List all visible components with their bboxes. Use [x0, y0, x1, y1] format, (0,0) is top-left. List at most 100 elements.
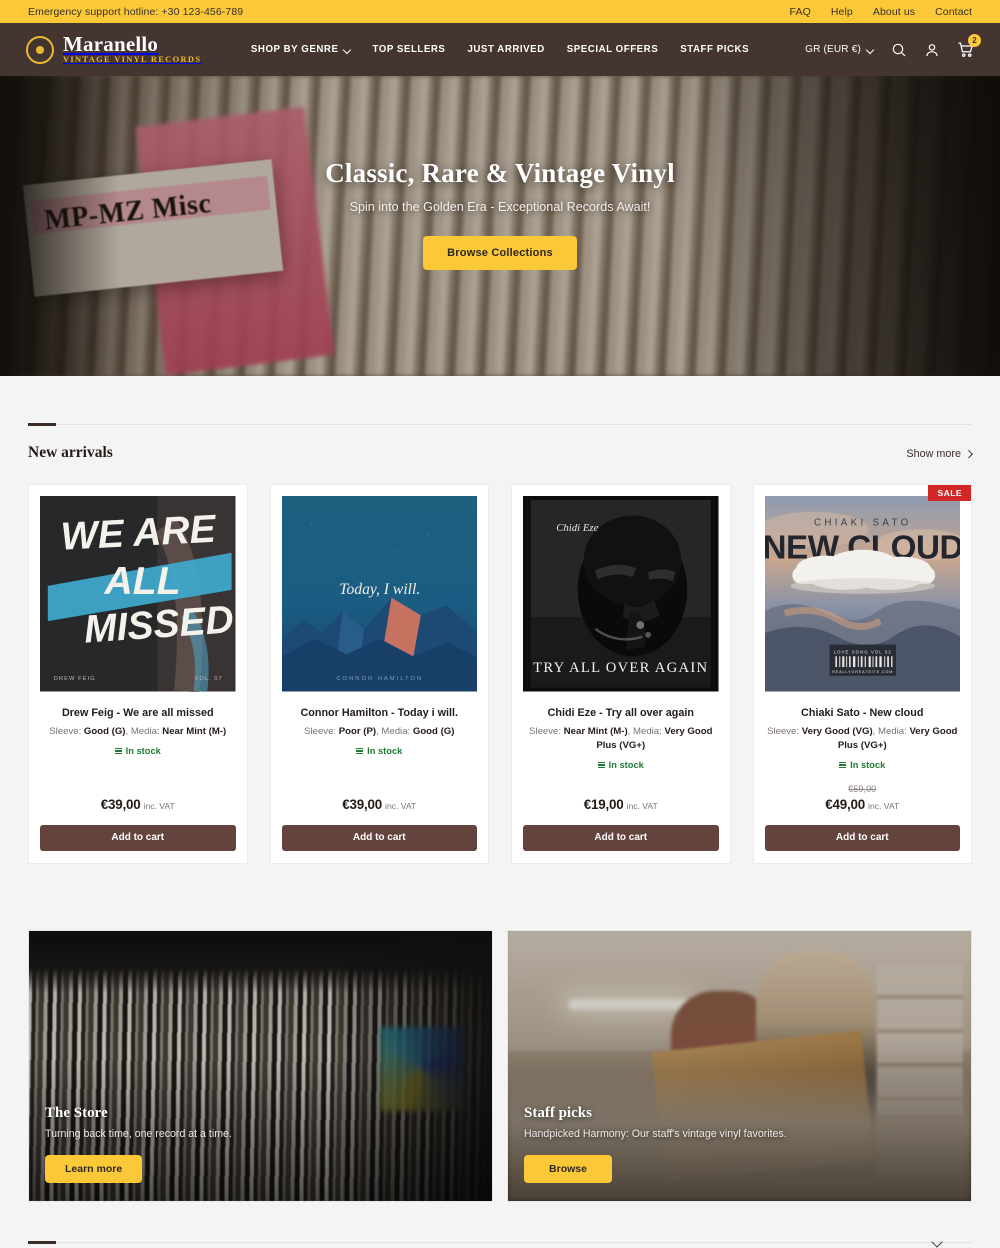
- sleeve-value: Good (G): [83, 726, 126, 738]
- svg-text:Chidi Eze: Chidi Eze: [556, 522, 598, 534]
- hero-banner: MP-MZ Misc Classic, Rare & Vintage Vinyl…: [0, 76, 1000, 376]
- product-price: €49,00: [825, 796, 866, 812]
- svg-text:ALL: ALL: [104, 560, 181, 603]
- user-icon: [926, 43, 938, 56]
- product-condition: Sleeve: Near Mint (M-), Media: Very Good…: [523, 725, 719, 753]
- add-to-cart-button[interactable]: Add to cart: [281, 824, 477, 851]
- svg-text:REALLYGREATSITE.COM: REALLYGREATSITE.COM: [832, 670, 893, 674]
- product-price-block: €39,00 inc. VAT: [282, 782, 478, 814]
- top-utility-bar: Emergency support hotline: +30 123-456-7…: [0, 0, 1000, 23]
- promo-title: The Store: [45, 1104, 108, 1121]
- product-condition: Sleeve: Good (G), Media: Near Mint (M-): [40, 725, 236, 739]
- locale-selector[interactable]: GR (EUR €): [805, 44, 874, 55]
- chevron-down-icon: [867, 46, 874, 53]
- brand-logo[interactable]: Maranello VINTAGE VINYL RECORDS: [26, 34, 201, 64]
- media-value: Near Mint (M-): [162, 726, 227, 738]
- nav-item-special-offers[interactable]: SPECIAL OFFERS: [567, 44, 659, 55]
- promo-card-the-store[interactable]: The Store Turning back time, one record …: [28, 929, 493, 1202]
- account-button[interactable]: [924, 42, 940, 58]
- promo-subtitle: Turning back time, one record at a time.: [45, 1127, 232, 1140]
- nav-item-staff-picks[interactable]: STAFF PICKS: [680, 44, 749, 55]
- stock-label: In stock: [850, 759, 886, 770]
- main-navigation: SHOP BY GENRE TOP SELLERS JUST ARRIVED S…: [251, 44, 749, 55]
- sleeve-value: Poor (P): [338, 726, 377, 738]
- product-card[interactable]: Chidi Eze TRY ALL OVER AGAIN Chidi Eze -…: [511, 484, 731, 864]
- add-to-cart-button[interactable]: Add to cart: [764, 824, 960, 851]
- hero-title: Classic, Rare & Vintage Vinyl: [325, 158, 675, 188]
- product-title: Chiaki Sato - New cloud: [801, 706, 924, 719]
- stock-status: In stock: [765, 760, 961, 770]
- cart-button[interactable]: 2: [957, 34, 981, 58]
- svg-text:VOL. 07: VOL. 07: [194, 676, 222, 682]
- browse-button[interactable]: Browse: [524, 1154, 612, 1183]
- product-price: €39,00: [342, 796, 383, 812]
- stock-label: In stock: [125, 745, 161, 756]
- svg-text:DREW FEIG: DREW FEIG: [54, 676, 96, 682]
- site-header: Maranello VINTAGE VINYL RECORDS SHOP BY …: [0, 23, 1000, 76]
- product-cover-image: CHIAKI SATO NEW CLOUD LOVE SONG VOL 02 R…: [764, 496, 960, 692]
- stock-status: In stock: [40, 746, 236, 756]
- vat-note: inc. VAT: [143, 800, 175, 811]
- sleeve-value: Near Mint (M-): [563, 726, 628, 738]
- show-more-link[interactable]: Show more: [906, 448, 972, 460]
- add-to-cart-button[interactable]: Add to cart: [40, 824, 236, 851]
- utility-link-about[interactable]: About us: [873, 6, 915, 18]
- product-price: €39,00: [100, 796, 141, 812]
- nav-item-top-sellers[interactable]: TOP SELLERS: [372, 44, 445, 55]
- new-arrivals-section: New arrivals Show more WE ARE ALL MISSED…: [0, 376, 1000, 1202]
- album-art-we-are-all-missed: WE ARE ALL MISSED. DREW FEIG VOL. 07: [40, 496, 236, 692]
- add-to-cart-button[interactable]: Add to cart: [523, 824, 719, 851]
- utility-link-contact[interactable]: Contact: [935, 6, 972, 18]
- sale-badge: SALE: [928, 485, 971, 501]
- stock-bars-icon: [839, 761, 847, 769]
- stock-bars-icon: [597, 761, 605, 769]
- chevron-down-icon[interactable]: [933, 1238, 942, 1247]
- nav-item-shop-by-genre[interactable]: SHOP BY GENRE: [251, 44, 351, 55]
- section-divider: [28, 1240, 972, 1244]
- product-cover-image: WE ARE ALL MISSED. DREW FEIG VOL. 07: [40, 496, 236, 692]
- svg-text:LOVE SONG VOL 02: LOVE SONG VOL 02: [833, 649, 891, 654]
- product-price-block: €19,00 inc. VAT: [523, 782, 719, 814]
- promo-card-staff-picks[interactable]: Staff picks Handpicked Harmony: Our staf…: [507, 929, 972, 1202]
- sleeve-label: Sleeve:: [767, 726, 802, 738]
- nav-label: TOP SELLERS: [372, 44, 446, 55]
- sleeve-label: Sleeve:: [49, 726, 84, 738]
- next-section-divider: [0, 1240, 1000, 1244]
- product-title: Connor Hamilton - Today i will.: [300, 706, 459, 719]
- utility-link-help[interactable]: Help: [831, 6, 853, 18]
- utility-links: FAQ Help About us Contact: [790, 6, 972, 18]
- product-grid: WE ARE ALL MISSED. DREW FEIG VOL. 07 Dre…: [28, 484, 972, 864]
- locale-label: GR (EUR €): [805, 44, 861, 55]
- learn-more-button[interactable]: Learn more: [45, 1154, 143, 1183]
- browse-collections-button[interactable]: Browse Collections: [423, 236, 577, 270]
- stock-bars-icon: [114, 747, 122, 755]
- promo-title: Staff picks: [524, 1104, 592, 1121]
- vinyl-record-icon: [26, 35, 54, 64]
- album-art-today-i-will: Today, I will. CONNOR HAMILTON: [281, 496, 477, 692]
- show-more-label: Show more: [906, 448, 961, 460]
- media-label: , Media:: [125, 726, 163, 738]
- product-card[interactable]: Today, I will. CONNOR HAMILTON Connor Ha…: [269, 484, 489, 864]
- product-old-price: €59,00: [848, 783, 877, 794]
- section-divider: [28, 423, 972, 426]
- support-hotline: Emergency support hotline: +30 123-456-7…: [28, 5, 244, 18]
- stock-status: In stock: [523, 760, 719, 770]
- vat-note: inc. VAT: [626, 800, 658, 811]
- sleeve-label: Sleeve:: [304, 726, 339, 738]
- product-price: €19,00: [583, 796, 624, 812]
- product-card[interactable]: SALE CHIAKI SATO NEW CLOUD LOVE SONG VOL…: [752, 484, 972, 864]
- nav-item-just-arrived[interactable]: JUST ARRIVED: [467, 44, 544, 55]
- brand-name: Maranello: [63, 32, 159, 57]
- nav-label: JUST ARRIVED: [467, 44, 545, 55]
- svg-text:TRY ALL OVER AGAIN: TRY ALL OVER AGAIN: [533, 660, 708, 676]
- vat-note: inc. VAT: [385, 800, 417, 811]
- vat-note: inc. VAT: [868, 800, 900, 811]
- hero-subtitle: Spin into the Golden Era - Exceptional R…: [349, 200, 651, 214]
- media-label: , Media:: [627, 726, 665, 738]
- utility-link-faq[interactable]: FAQ: [790, 6, 811, 18]
- product-card[interactable]: WE ARE ALL MISSED. DREW FEIG VOL. 07 Dre…: [28, 484, 248, 864]
- sleeve-label: Sleeve:: [529, 726, 564, 738]
- svg-text:Today, I will.: Today, I will.: [339, 581, 420, 598]
- search-button[interactable]: [891, 42, 907, 58]
- product-condition: Sleeve: Poor (P), Media: Good (G): [282, 725, 478, 739]
